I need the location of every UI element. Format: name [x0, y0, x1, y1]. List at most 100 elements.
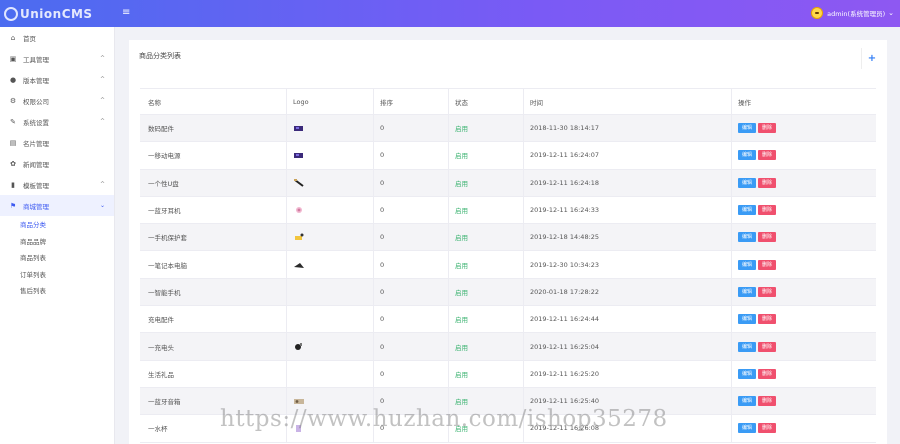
chevron-down-icon: ⌄: [99, 202, 105, 209]
category-name: 一蓝牙耳机: [148, 207, 181, 216]
column-divider: [448, 306, 449, 333]
column-divider: [286, 169, 287, 196]
sidebar-subitem-4[interactable]: 售后列表: [0, 282, 114, 299]
logo-cell: [293, 115, 305, 141]
sort-value: 0: [380, 287, 385, 296]
column-divider: [448, 224, 449, 251]
delete-button[interactable]: 删除: [758, 150, 777, 161]
sidebar-item-3[interactable]: ⚙ 权限公司 ^: [0, 90, 114, 111]
column-divider: [286, 306, 287, 333]
column-divider: [731, 251, 732, 278]
column-divider: [448, 169, 449, 196]
edit-button[interactable]: 编辑: [738, 232, 757, 243]
actions-cell: 编辑 删除: [738, 224, 778, 250]
sidebar-subitem-2[interactable]: 商品列表: [0, 249, 114, 266]
column-divider: [731, 278, 732, 306]
edit-button[interactable]: 编辑: [738, 341, 757, 352]
app-logo[interactable]: UnionCMS: [4, 5, 93, 22]
flag-icon: ⚑: [9, 201, 17, 210]
delete-button[interactable]: 删除: [758, 286, 777, 297]
edit-button[interactable]: 编辑: [738, 150, 757, 161]
edit-button[interactable]: 编辑: [738, 177, 757, 188]
column-divider: [731, 360, 732, 387]
sidebar-item-7[interactable]: ▮ 模板管理 ^: [0, 174, 114, 195]
actions-cell: 编辑 删除: [738, 333, 778, 359]
category-name: 一笔记本电脑: [148, 261, 187, 270]
column-divider: [448, 196, 449, 224]
edit-button[interactable]: 编辑: [738, 423, 757, 434]
delete-button[interactable]: 删除: [758, 368, 777, 379]
sort-value: 0: [380, 233, 385, 242]
chevron-up-icon: ^: [99, 97, 105, 104]
actions-cell: 编辑 删除: [738, 115, 778, 141]
actions-cell: 编辑 删除: [738, 142, 778, 168]
column-divider: [373, 142, 374, 169]
table-row: 充电配件 0 启用 2019-12-11 16:24:44 编辑 删除: [140, 306, 876, 334]
delete-button[interactable]: 删除: [758, 123, 777, 134]
column-divider: [731, 142, 732, 169]
column-divider: [523, 89, 524, 114]
edit-button[interactable]: 编辑: [738, 314, 757, 325]
edit-button[interactable]: 编辑: [738, 286, 757, 297]
sidebar-item-2[interactable]: ● 版本管理 ^: [0, 69, 114, 90]
delete-button[interactable]: 删除: [758, 341, 777, 352]
timestamp: 2019-12-11 16:24:33: [530, 206, 600, 215]
sidebar-item-0[interactable]: ⌂ 首页: [0, 27, 114, 48]
sidebar-item-1[interactable]: ▣ 工具管理 ^: [0, 48, 114, 69]
category-name: 一移动电源: [148, 152, 181, 161]
delete-button[interactable]: 删除: [758, 423, 777, 434]
chevron-up-icon: ^: [99, 118, 105, 125]
add-category-button[interactable]: +: [861, 48, 882, 69]
column-divider: [373, 196, 374, 224]
status-badge: 启用: [455, 261, 468, 270]
avatar: [811, 7, 824, 19]
delete-button[interactable]: 删除: [758, 396, 777, 407]
edit-button[interactable]: 编辑: [738, 396, 757, 407]
column-divider: [286, 89, 287, 114]
sort-value: 0: [380, 178, 385, 187]
sidebar-item-6[interactable]: ✿ 新闻管理: [0, 153, 114, 174]
status-badge: 启用: [455, 179, 468, 188]
column-header: 操作: [738, 98, 751, 107]
column-header: 名称: [148, 98, 161, 107]
delete-button[interactable]: 删除: [758, 232, 777, 243]
column-divider: [731, 387, 732, 415]
logo-cell: [293, 224, 305, 250]
delete-button[interactable]: 删除: [758, 177, 777, 188]
delete-button[interactable]: 删除: [758, 259, 777, 270]
settings-icon: ⚙: [9, 96, 17, 105]
sidebar-subitem-0[interactable]: 商品分类: [0, 216, 114, 233]
status-badge: 启用: [455, 316, 468, 325]
edit-button[interactable]: 编辑: [738, 368, 757, 379]
user-menu[interactable]: admin(系统管理员) ⌄: [811, 7, 894, 19]
edit-button[interactable]: 编辑: [738, 259, 757, 270]
status-badge: 启用: [455, 207, 468, 216]
column-header: 状态: [455, 98, 468, 107]
delete-button[interactable]: 删除: [758, 314, 777, 325]
chevron-down-icon: ⌄: [888, 9, 894, 17]
sidebar-subitem-3[interactable]: 订单列表: [0, 266, 114, 283]
sidebar-subitem-1[interactable]: 商品品牌: [0, 233, 114, 250]
timestamp: 2019-12-30 10:34:23: [530, 260, 600, 269]
column-divider: [731, 333, 732, 360]
sidebar-item-4[interactable]: ✎ 系统设置 ^: [0, 111, 114, 132]
edit-button[interactable]: 编辑: [738, 123, 757, 134]
sidebar-item-8[interactable]: ⚑ 商城管理 ⌄: [0, 195, 114, 216]
actions-cell: 编辑 删除: [738, 197, 778, 223]
column-divider: [448, 142, 449, 169]
category-name: 一手机保护套: [148, 234, 187, 243]
status-badge: 启用: [455, 125, 468, 134]
sort-value: 0: [380, 315, 385, 324]
actions-cell: 编辑 删除: [738, 251, 778, 277]
sidebar-item-5[interactable]: ▤ 名片管理: [0, 132, 114, 153]
menu-toggle-icon[interactable]: ≡: [122, 7, 130, 18]
logo-cell: [293, 251, 305, 277]
edit-button[interactable]: 编辑: [738, 205, 757, 216]
column-divider: [731, 115, 732, 142]
delete-button[interactable]: 删除: [758, 205, 777, 216]
column-divider: [373, 306, 374, 333]
timestamp: 2019-12-11 16:24:07: [530, 151, 600, 160]
column-divider: [286, 251, 287, 278]
timestamp: 2019-12-18 14:48:25: [530, 233, 600, 242]
tools-icon: ▣: [9, 54, 17, 63]
